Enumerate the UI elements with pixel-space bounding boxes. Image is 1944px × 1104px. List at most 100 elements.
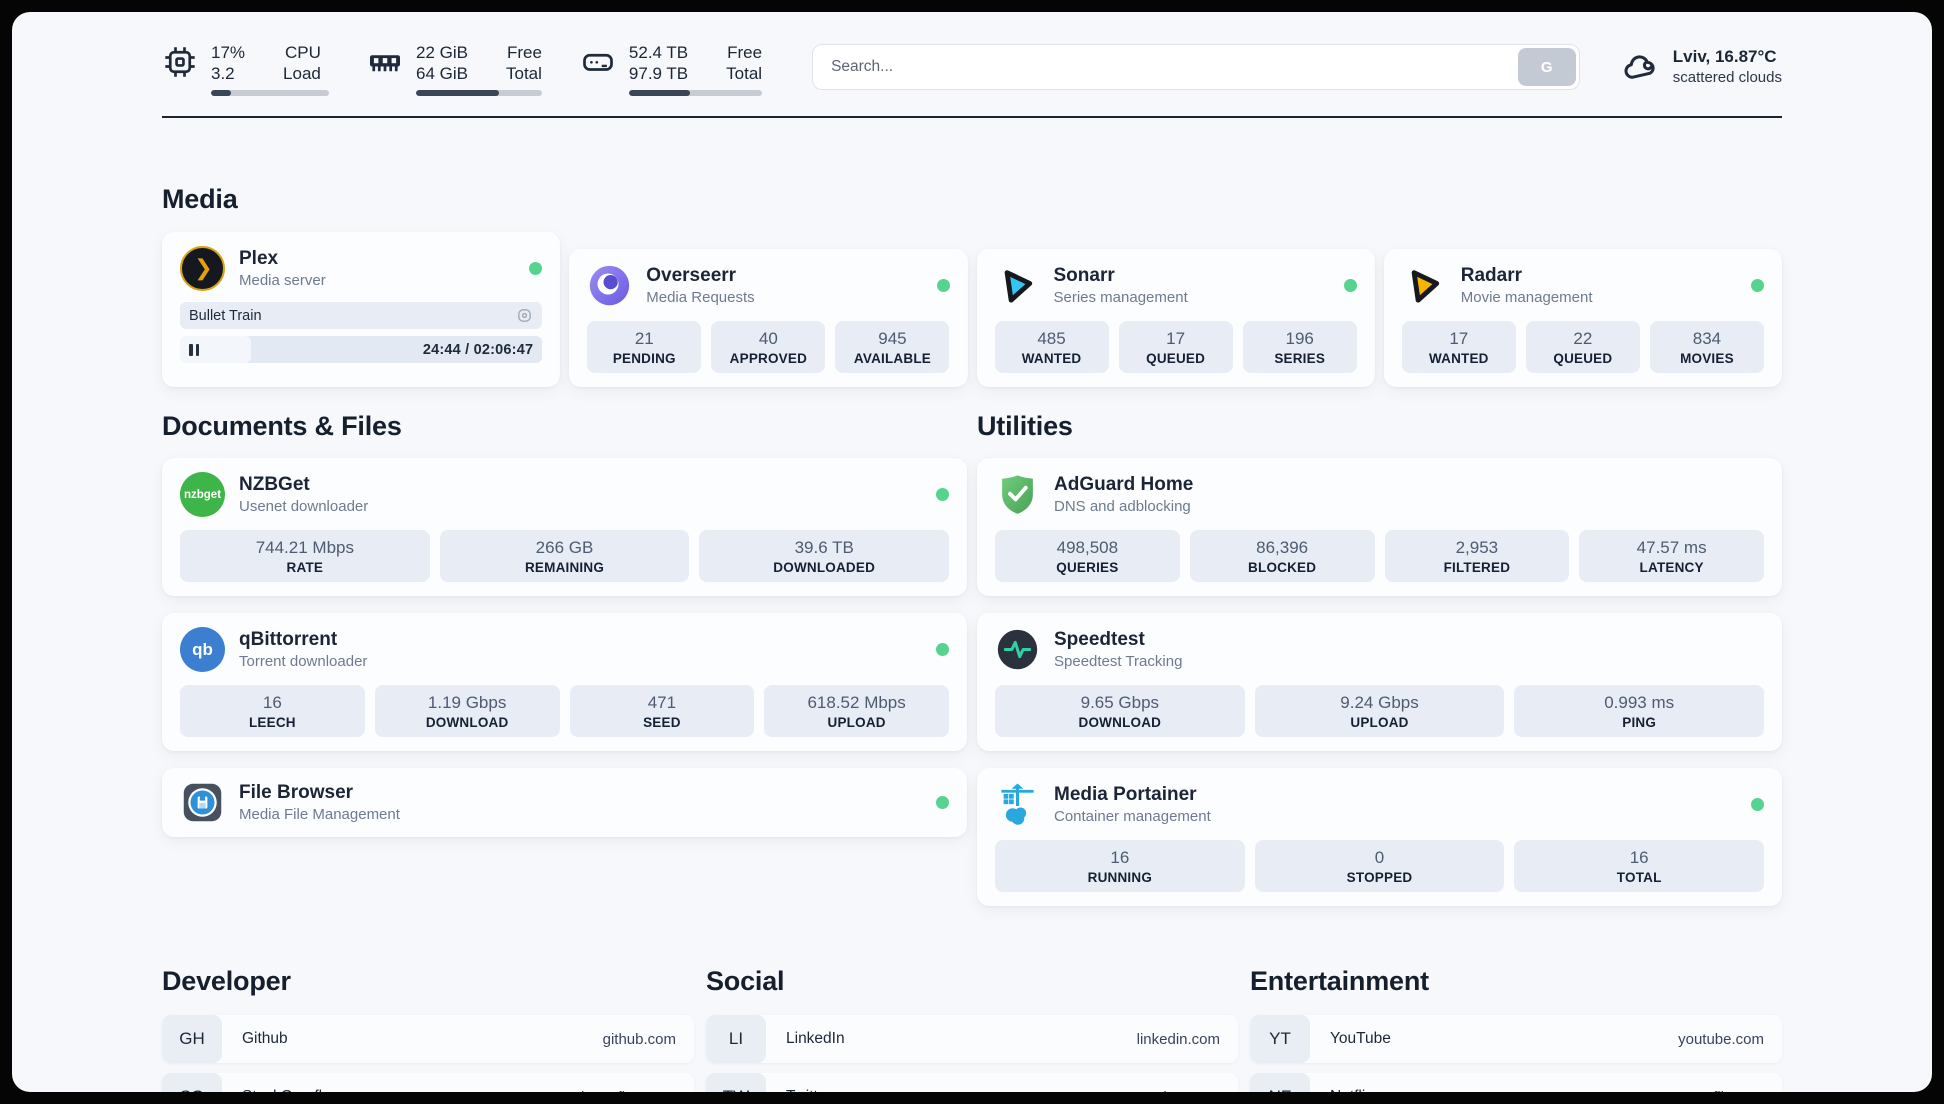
search-input[interactable] [812, 44, 1580, 90]
bookmark-url: stackoverflow.com [553, 1089, 676, 1093]
disk-icon [583, 53, 613, 71]
bookmark-abbr: LI [706, 1015, 766, 1063]
stat-upload: 618.52 Mbps UPLOAD [764, 685, 949, 737]
top-bar: 17% 3.2 CPU Load 22 GiB 64 GiB Free Tota… [162, 12, 1782, 96]
stat-total: 16 TOTAL [1514, 840, 1765, 892]
app-description: Media File Management [239, 806, 400, 823]
header-divider [162, 116, 1782, 118]
stat-available: 945 AVAILABLE [835, 321, 950, 373]
app-description: Container management [1054, 808, 1211, 825]
bookmark-abbr: GH [162, 1015, 222, 1063]
stat-filtered: 2,953 FILTERED [1384, 530, 1570, 582]
bookmark-github[interactable]: GH Github github.com [162, 1015, 694, 1063]
app-card-sonarr[interactable]: Sonarr Series management 485 WANTED 17 QUE… [976, 249, 1375, 387]
weather-location-temp: Lviv, 16.87°C [1672, 47, 1777, 66]
stat-latency: 47.57 ms LATENCY [1579, 530, 1764, 582]
utilities-heading: Utilities [977, 411, 1073, 441]
radarr-icon [1402, 263, 1447, 308]
stat-queued: 17 QUEUED [1118, 321, 1233, 373]
app-card-radarr[interactable]: Radarr Movie management 17 WANTED 22 QUEUE… [1383, 249, 1782, 387]
weather-widget: Lviv, 16.87°C scattered clouds [1622, 46, 1782, 88]
bookmark-name: Netflix [1330, 1088, 1373, 1092]
cpu-load-label: Load [283, 64, 321, 83]
plex-icon: ❯ [180, 246, 225, 291]
status-indicator [1343, 279, 1357, 292]
search-engine-button[interactable]: G [1517, 48, 1576, 86]
app-card-speedtest[interactable]: Speedtest Speedtest Tracking 9.65 Gbps DO… [977, 613, 1782, 751]
status-indicator [1751, 279, 1764, 292]
bookmark-linkedin[interactable]: LI LinkedIn linkedin.com [706, 1015, 1238, 1063]
bookmark-twitter[interactable]: TW Twitter twitter.com [706, 1073, 1238, 1092]
stat-queries: 498,508 QUERIES [995, 530, 1180, 582]
stat-remaining: 266 GB REMAINING [439, 530, 690, 582]
stat-series: 196 SERIES [1242, 321, 1357, 373]
app-card-adguard[interactable]: AdGuard Home DNS and adblocking 498,508 Q… [977, 458, 1782, 596]
app-card-portainer[interactable]: Media Portainer Container management 16 R… [977, 768, 1782, 906]
status-indicator [936, 796, 949, 809]
bookmark-abbr: SO [162, 1073, 222, 1092]
app-name: AdGuard Home [1054, 474, 1194, 495]
cloud-icon [1624, 55, 1655, 79]
stat-approved: 40 APPROVED [711, 321, 826, 373]
bookmark-netflix[interactable]: NF Netflix netflix.com [1250, 1073, 1782, 1092]
weather-condition: scattered clouds [1672, 69, 1782, 86]
app-card-plex[interactable]: ❯ Plex Media server Bullet Train 24:44 /… [162, 232, 561, 387]
bookmark-url: youtube.com [1678, 1030, 1764, 1048]
disk-usage-bar [628, 90, 763, 96]
session-settings-icon[interactable] [516, 307, 533, 324]
pause-icon[interactable] [189, 343, 199, 356]
bookmark-name: StackOverflow [242, 1088, 342, 1092]
app-card-overseerr[interactable]: Overseerr Media Requests 21 PENDING 40 APP… [569, 249, 968, 387]
app-card-filebrowser[interactable]: File Browser Media File Management [162, 768, 967, 837]
bookmark-url: github.com [602, 1030, 676, 1048]
app-description: Media server [239, 272, 326, 289]
app-card-nzbget[interactable]: nzbget NZBGet Usenet downloader 744.21 M… [162, 458, 967, 596]
bookmark-stackoverflow[interactable]: SO StackOverflow stackoverflow.com [162, 1073, 694, 1092]
documents-heading: Documents & Files [162, 411, 402, 441]
playback-progress-row: 24:44 / 02:06:47 [180, 336, 543, 363]
app-description: Speedtest Tracking [1054, 653, 1183, 670]
overseerr-icon [587, 263, 632, 308]
app-name: Radarr [1460, 265, 1522, 286]
app-name: Plex [239, 248, 279, 269]
dashboard-page: 17% 3.2 CPU Load 22 GiB 64 GiB Free Tota… [12, 12, 1932, 1092]
app-card-qbittorrent[interactable]: qb qBittorrent Torrent downloader 16 LEEC… [162, 613, 967, 751]
speedtest-icon [995, 627, 1040, 672]
stat-queued: 22 QUEUED [1525, 321, 1640, 373]
stat-movies: 834 MOVIES [1649, 321, 1764, 373]
cpu-usage-bar [211, 90, 329, 96]
status-indicator [529, 262, 543, 275]
bookmark-youtube[interactable]: YT YouTube youtube.com [1250, 1015, 1782, 1063]
app-description: Media Requests [646, 289, 755, 306]
qbittorrent-icon: qb [180, 627, 225, 672]
stat-upload: 9.24 Gbps UPLOAD [1254, 685, 1505, 737]
stat-pending: 21 PENDING [587, 321, 702, 373]
app-name: Media Portainer [1054, 784, 1197, 805]
memory-widget: 22 GiB 64 GiB Free Total [367, 42, 542, 96]
stat-ping: 0.993 ms PING [1514, 685, 1765, 737]
status-indicator [1751, 798, 1764, 811]
app-name: Speedtest [1054, 629, 1145, 650]
bookmark-group-social: Social LI LinkedIn linkedin.com TW Twitt… [706, 966, 1238, 1092]
disk-total-label: Total [726, 64, 763, 83]
bookmark-name: YouTube [1330, 1030, 1391, 1047]
stat-downloaded: 39.6 TB DOWNLOADED [699, 530, 950, 582]
cpu-label: CPU [284, 43, 321, 62]
stat-download: 9.65 Gbps DOWNLOAD [995, 685, 1245, 737]
stat-rate: 744.21 Mbps RATE [180, 530, 430, 582]
app-name: qBittorrent [239, 629, 338, 650]
stat-seed: 471 SEED [569, 685, 755, 737]
ram-total-label: Total [505, 64, 542, 83]
now-playing-title: Bullet Train [189, 307, 262, 324]
stat-stopped: 0 STOPPED [1254, 840, 1505, 892]
portainer-icon [995, 782, 1040, 827]
ram-free-label: Free [506, 43, 542, 62]
bookmark-url: linkedin.com [1136, 1030, 1220, 1048]
app-name: Overseerr [646, 265, 737, 286]
now-playing-row: Bullet Train [180, 302, 543, 329]
status-indicator [936, 279, 950, 292]
bookmark-url: twitter.com [1148, 1089, 1220, 1093]
bookmark-name: Github [242, 1030, 288, 1047]
app-name: Sonarr [1053, 265, 1115, 286]
stat-wanted: 485 WANTED [994, 321, 1109, 373]
